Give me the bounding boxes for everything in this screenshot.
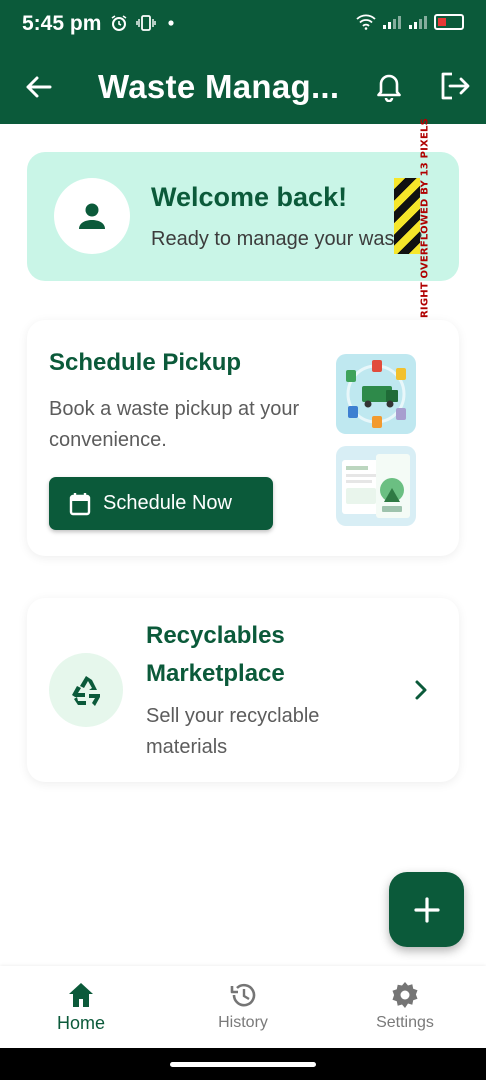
wifi-icon	[356, 14, 376, 30]
overflow-warning-text: RIGHT OVERFLOWED BY 13 PIXELS	[419, 118, 431, 318]
bell-icon	[377, 74, 401, 103]
home-indicator[interactable]	[170, 1062, 316, 1067]
add-fab-button[interactable]	[389, 872, 464, 947]
chevron-right-icon	[411, 678, 431, 702]
home-icon	[69, 983, 93, 1007]
bottom-navigation: Home History Settings	[0, 966, 486, 1048]
nav-label-settings: Settings	[376, 1014, 434, 1031]
battery-icon	[434, 14, 464, 30]
logout-icon	[441, 72, 470, 100]
status-time: 5:45 pm	[22, 12, 102, 35]
back-button[interactable]	[22, 72, 54, 102]
settings-icon	[392, 982, 418, 1008]
signal-icon	[383, 16, 401, 29]
page-title: Waste Manag...	[98, 68, 340, 105]
system-nav-bar	[0, 1048, 486, 1080]
marketplace-title: Recyclables Marketplace	[146, 622, 285, 687]
overflow-warning: RIGHT OVERFLOWED BY 13 PIXELS	[414, 118, 436, 318]
welcome-title: Welcome back!	[151, 182, 348, 212]
app-bar: Waste Manag...	[0, 48, 486, 124]
avatar	[54, 178, 130, 254]
recycle-icon-container	[49, 653, 123, 727]
pickup-title: Schedule Pickup	[49, 349, 242, 376]
waste-bins-illustration	[336, 354, 416, 434]
nav-label-history: History	[218, 1014, 268, 1031]
nav-label-home: Home	[56, 1013, 105, 1033]
welcome-subtitle: Ready to manage your waste?	[151, 228, 423, 250]
dot-icon	[168, 20, 174, 26]
status-bar: 5:45 pm	[0, 0, 486, 48]
nav-item-history[interactable]: History	[162, 966, 324, 1048]
logout-button[interactable]	[438, 70, 470, 102]
signal-icon	[409, 16, 427, 29]
notifications-button[interactable]	[374, 70, 404, 103]
nav-item-home[interactable]: Home	[0, 966, 162, 1048]
person-icon	[79, 203, 105, 229]
vibrate-icon	[136, 15, 156, 31]
pickup-description: Book a waste pickup at your convenience.	[49, 398, 300, 451]
calendar-icon	[69, 492, 91, 515]
history-icon	[230, 983, 256, 1007]
nav-item-settings[interactable]: Settings	[324, 966, 486, 1048]
schedule-now-button[interactable]: Schedule Now	[49, 477, 273, 530]
app-screens-illustration	[336, 446, 416, 526]
plus-icon	[413, 896, 440, 923]
schedule-now-label: Schedule Now	[103, 492, 232, 514]
recyclables-marketplace-card[interactable]: Recyclables Marketplace Sell your recycl…	[27, 598, 459, 782]
alarm-icon	[111, 15, 127, 31]
back-arrow-icon	[26, 76, 52, 98]
recycle-icon	[72, 676, 100, 706]
schedule-pickup-card[interactable]: Schedule Pickup Book a waste pickup at y…	[27, 320, 459, 556]
marketplace-description: Sell your recyclable materials	[146, 705, 320, 758]
